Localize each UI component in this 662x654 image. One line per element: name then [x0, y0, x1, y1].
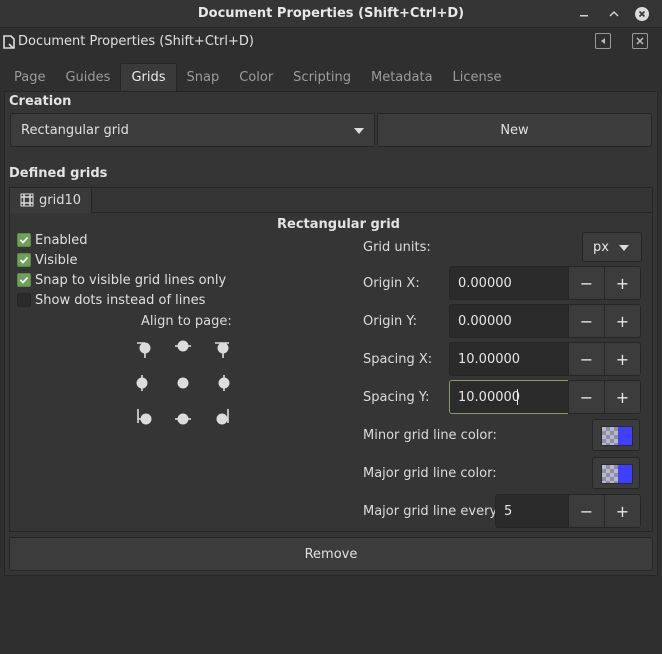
maximize-icon[interactable] — [604, 4, 624, 24]
tab-snap[interactable]: Snap — [177, 63, 230, 91]
tab-metadata[interactable]: Metadata — [361, 63, 443, 91]
window-titlebar: Document Properties (Shift+Ctrl+D) — [0, 0, 662, 28]
window-title: Document Properties (Shift+Ctrl+D) — [197, 6, 465, 21]
origin-y-input[interactable]: 0.00000 — [449, 304, 569, 338]
grid-tab-label: grid10 — [39, 192, 82, 208]
tab-guides[interactable]: Guides — [55, 63, 120, 91]
minor-color-swatch — [601, 426, 633, 446]
grid-tab-grid10[interactable]: grid10 — [10, 188, 92, 213]
align-middle-left-icon[interactable] — [136, 375, 148, 391]
align-anchor-grid — [136, 340, 230, 425]
grid-type-value: Rectangular grid — [21, 123, 129, 138]
grid-icon — [20, 193, 34, 207]
grid-type-title: Rectangular grid — [277, 217, 400, 232]
align-bottom-right-icon[interactable] — [216, 409, 229, 425]
align-bottom-center-icon[interactable] — [175, 413, 191, 425]
major-every-label: Major grid line every: — [363, 504, 501, 519]
dock-close-icon[interactable] — [632, 33, 648, 49]
minor-color-solid — [618, 427, 632, 445]
visible-checkbox[interactable]: Visible — [17, 252, 77, 268]
enabled-label: Enabled — [35, 232, 88, 248]
align-to-page-label: Align to page: — [141, 314, 232, 329]
align-middle-right-icon[interactable] — [218, 375, 230, 391]
float-icon[interactable] — [595, 33, 611, 49]
origin-y-increment-button[interactable]: + — [604, 304, 641, 338]
origin-x-label: Origin X: — [363, 276, 420, 291]
spacing-x-value: 10.00000 — [458, 352, 521, 367]
spacing-y-value: 10.00000 — [458, 390, 521, 405]
spacing-x-input[interactable]: 10.00000 — [449, 342, 569, 376]
origin-x-value: 0.00000 — [458, 276, 512, 291]
align-bottom-left-icon[interactable] — [137, 409, 152, 425]
align-top-center-icon[interactable] — [175, 340, 191, 352]
major-color-swatch — [601, 464, 633, 484]
align-top-right-icon[interactable] — [215, 342, 229, 359]
remove-grid-button[interactable]: Remove — [9, 537, 653, 571]
new-grid-button[interactable]: New — [377, 113, 652, 147]
minor-color-button[interactable] — [592, 419, 640, 451]
check-icon — [17, 233, 31, 247]
snap-visible-checkbox[interactable]: Snap to visible grid lines only — [17, 272, 226, 288]
checkbox-box — [17, 293, 31, 307]
grid-units-label: Grid units: — [363, 240, 431, 255]
major-every-value: 5 — [504, 504, 513, 519]
checkerboard — [602, 465, 618, 483]
align-top-left-icon[interactable] — [137, 342, 151, 359]
major-every-decrement-button[interactable]: − — [568, 494, 605, 528]
origin-y-value: 0.00000 — [458, 314, 512, 329]
checkerboard — [602, 427, 618, 445]
tab-bar: Page Guides Grids Snap Color Scripting M… — [4, 63, 512, 91]
dock-title: Document Properties (Shift+Ctrl+D) — [18, 34, 254, 49]
origin-y-label: Origin Y: — [363, 314, 418, 329]
major-color-label: Major grid line color: — [363, 466, 497, 481]
text-cursor — [517, 389, 518, 405]
snap-visible-label: Snap to visible grid lines only — [35, 272, 227, 288]
major-color-solid — [618, 465, 632, 483]
tab-scripting[interactable]: Scripting — [283, 63, 361, 91]
dock-header: Document Properties (Shift+Ctrl+D) — [0, 28, 662, 56]
align-center-icon[interactable] — [177, 377, 189, 389]
spacing-y-increment-button[interactable]: + — [604, 380, 641, 414]
spacing-x-decrement-button[interactable]: − — [568, 342, 605, 376]
show-dots-checkbox[interactable]: Show dots instead of lines — [17, 292, 205, 308]
minimize-icon[interactable] — [574, 4, 594, 24]
creation-heading: Creation — [9, 94, 72, 109]
chevron-down-icon — [354, 128, 364, 134]
tab-page[interactable]: Page — [4, 63, 55, 91]
visible-label: Visible — [35, 252, 78, 268]
check-icon — [17, 273, 31, 287]
spacing-y-input[interactable]: 10.00000 — [449, 380, 569, 414]
minor-color-label: Minor grid line color: — [363, 428, 497, 443]
divider — [92, 212, 652, 213]
spacing-x-increment-button[interactable]: + — [604, 342, 641, 376]
grid-units-value: px — [593, 240, 609, 255]
major-every-increment-button[interactable]: + — [604, 494, 641, 528]
tab-grids[interactable]: Grids — [120, 63, 177, 91]
grid-units-select[interactable]: px — [582, 232, 642, 262]
defined-grids-heading: Defined grids — [9, 166, 108, 181]
tab-color[interactable]: Color — [229, 63, 283, 91]
close-icon[interactable] — [632, 4, 652, 24]
origin-y-decrement-button[interactable]: − — [568, 304, 605, 338]
check-icon — [17, 253, 31, 267]
origin-x-decrement-button[interactable]: − — [568, 266, 605, 300]
spacing-x-label: Spacing X: — [363, 352, 433, 367]
show-dots-label: Show dots instead of lines — [35, 292, 206, 308]
major-every-input[interactable]: 5 — [495, 494, 569, 528]
origin-x-input[interactable]: 0.00000 — [449, 266, 569, 300]
origin-x-increment-button[interactable]: + — [604, 266, 641, 300]
chevron-down-icon — [619, 245, 629, 251]
major-color-button[interactable] — [592, 457, 640, 489]
spacing-y-label: Spacing Y: — [363, 390, 430, 405]
spacing-y-decrement-button[interactable]: − — [568, 380, 605, 414]
document-icon — [3, 35, 15, 49]
grid-type-combo[interactable]: Rectangular grid — [10, 113, 375, 147]
tab-license[interactable]: License — [443, 63, 512, 91]
enabled-checkbox[interactable]: Enabled — [17, 232, 88, 248]
